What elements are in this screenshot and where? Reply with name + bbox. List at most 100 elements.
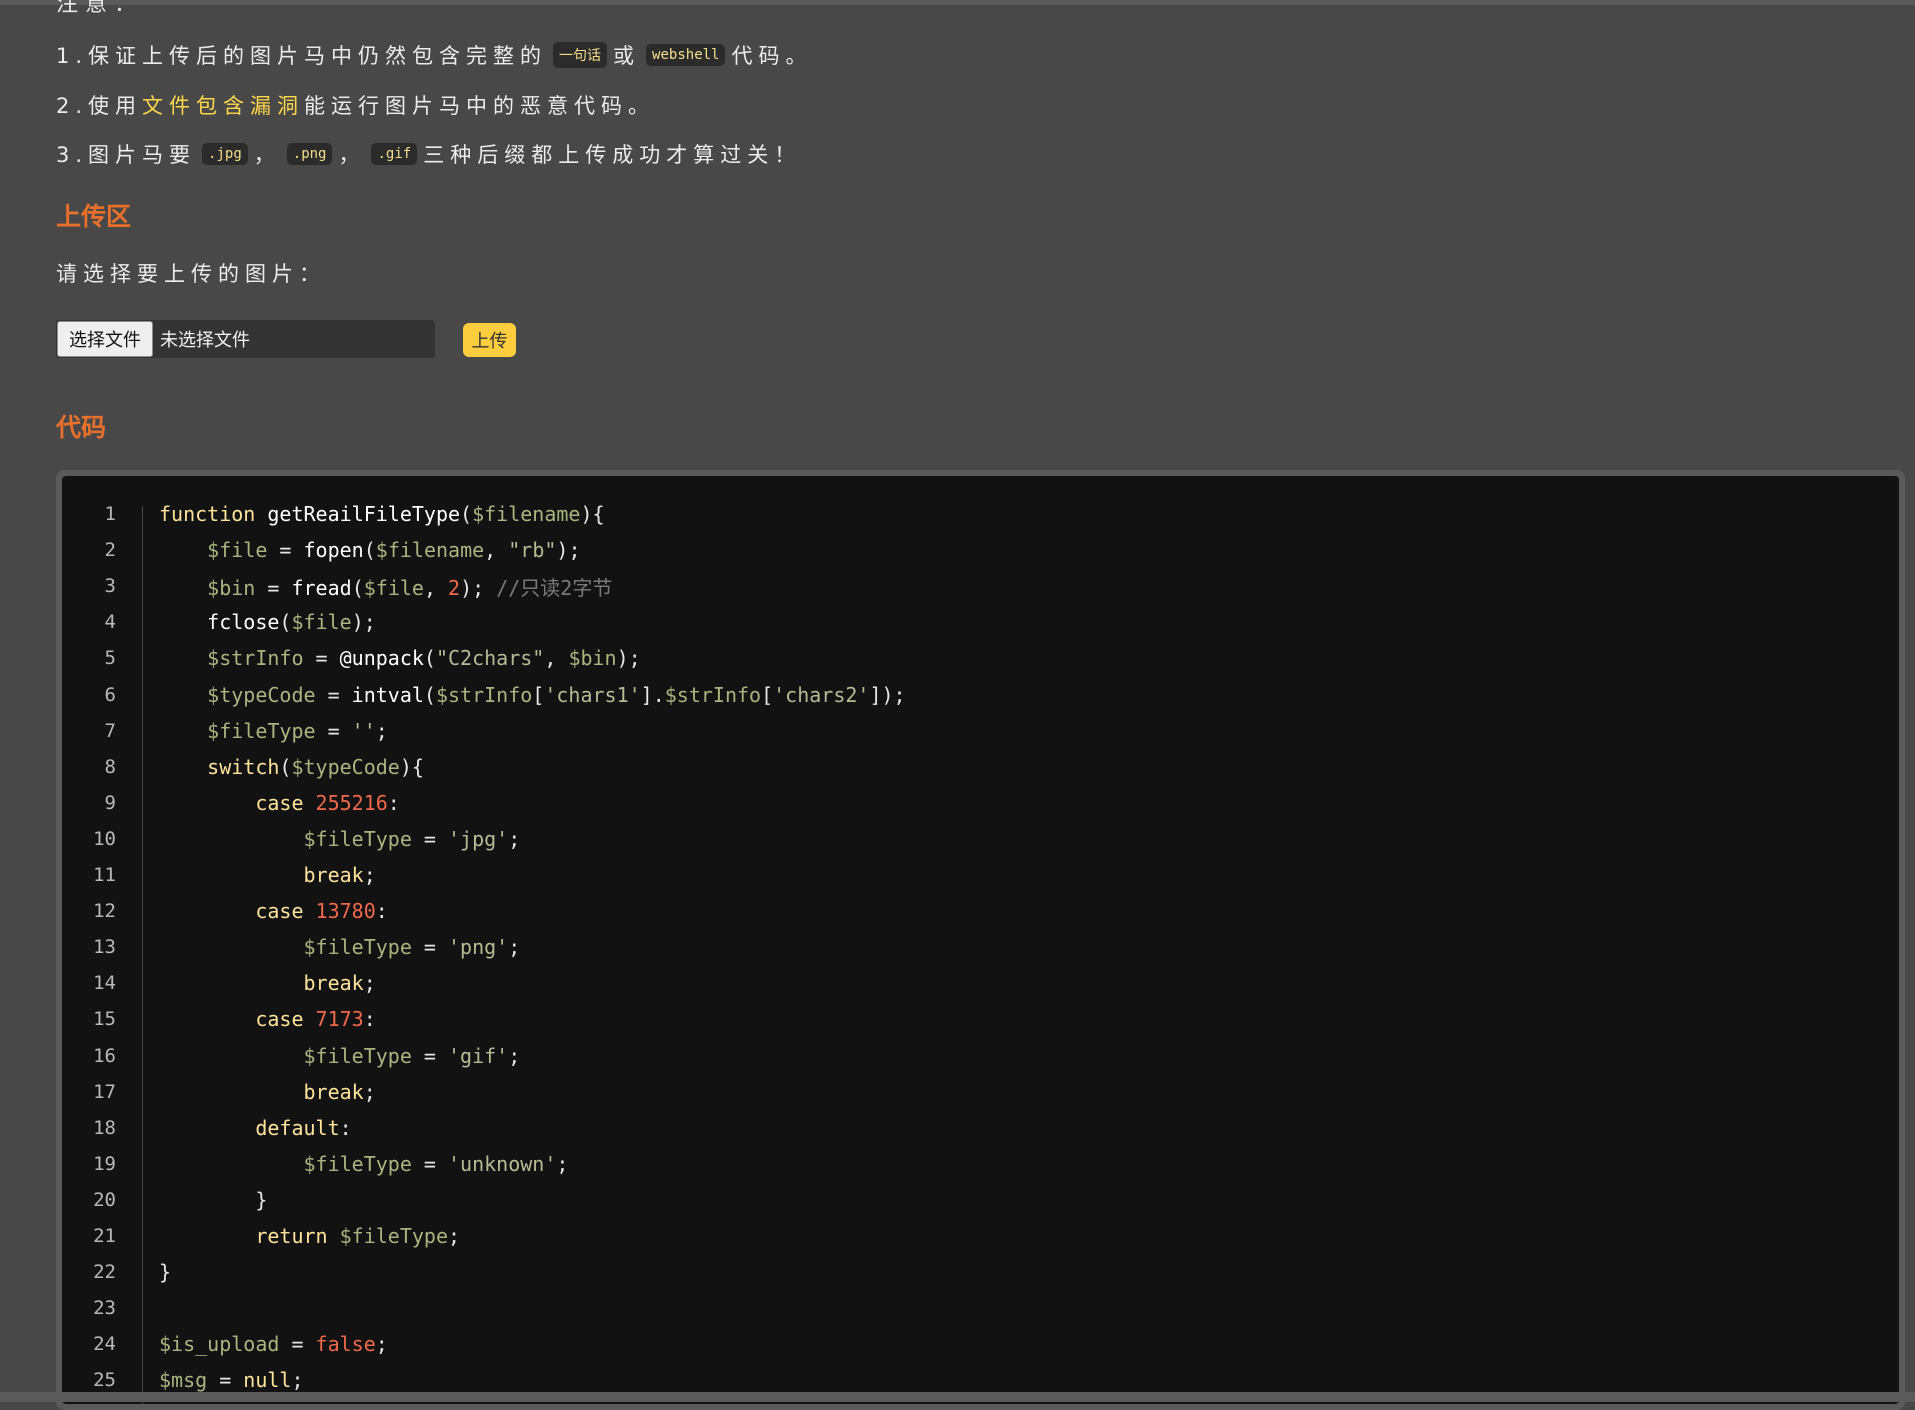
code-line: 20 } [62, 1182, 267, 1218]
gutter-divider [142, 506, 143, 1404]
code-token: ( [351, 575, 364, 600]
ext-sep: ， [338, 143, 366, 167]
task-3-prefix: 3.图片马要 [56, 143, 197, 167]
code-text: fclose($file); [159, 610, 376, 634]
code-line: 2 $file = fopen($filename, "rb"); [62, 532, 581, 568]
code-token: $fileType [339, 1224, 448, 1248]
code-token: [ [532, 682, 545, 707]
code-token: = [411, 1043, 448, 1068]
code-token: $msg [159, 1368, 208, 1393]
code-token: $filename [375, 538, 485, 563]
code-token: $fileType [303, 1151, 412, 1176]
code-line: 24 $is_upload = false; [62, 1326, 388, 1362]
code-token: $strInfo [664, 682, 762, 707]
line-number: 10 [93, 827, 116, 850]
code-token: ; [375, 718, 388, 743]
code-token: $strInfo [435, 682, 533, 707]
upload-submit-button[interactable]: 上传 [463, 323, 516, 357]
code-token: ); [556, 538, 581, 563]
code-token: = [411, 1151, 448, 1176]
code-line: 16 $fileType = 'gif'; [62, 1038, 520, 1074]
line-number: 13 [93, 936, 116, 959]
code-text: case 255216: [159, 791, 400, 815]
code-token: 7173 [315, 1007, 364, 1032]
code-token: 'jpg' [448, 826, 509, 851]
code-text: $fileType = 'gif'; [159, 1043, 521, 1068]
code-text: default: [159, 1116, 351, 1140]
line-number: 24 [93, 1333, 116, 1356]
file-input[interactable]: 选择文件 未选择文件 [56, 320, 435, 358]
code-token: break [303, 1079, 364, 1104]
code-line: 18 default: [62, 1110, 352, 1146]
task-1-suffix: 代码。 [731, 44, 813, 68]
line-number: 20 [93, 1188, 116, 1211]
code-section-title: 代码 [56, 413, 107, 442]
line-number: 6 [104, 683, 116, 706]
code-token: } [159, 1260, 172, 1285]
task-2-prefix: 2.使用 [56, 94, 143, 118]
code-line: 1 function getReailFileType($filename){ [62, 496, 605, 532]
upload-prompt: 请选择要上传的图片： [56, 262, 326, 286]
code-token: = [279, 1332, 316, 1357]
code-token: $bin [207, 575, 256, 600]
code-token: = [411, 935, 448, 960]
code-token: $bin [568, 646, 617, 671]
code-text: $fileType = 'unknown'; [159, 1151, 569, 1176]
code-text: case 13780: [159, 899, 387, 923]
line-number: 17 [93, 1080, 116, 1103]
line-number: 9 [104, 791, 116, 814]
code-text: case 7173: [159, 1007, 375, 1032]
code-text: $fileType = 'png'; [159, 935, 521, 960]
code-line: 21 return $fileType; [62, 1218, 460, 1254]
code-token: $file [363, 575, 424, 600]
code-line: 12 case 13780: [62, 893, 388, 929]
code-token: "rb" [508, 538, 557, 563]
code-token: ); [460, 575, 497, 600]
code-token: } [159, 1187, 268, 1212]
code-token: ( [279, 754, 292, 779]
code-token: = [315, 718, 352, 743]
ext-jpg: .jpg [202, 143, 248, 165]
line-number: 19 [93, 1152, 116, 1175]
code-token: $file [291, 610, 352, 635]
code-token: , [423, 575, 449, 600]
code-text: $file = fopen($filename, "rb"); [159, 538, 581, 563]
code-line: 22} [62, 1254, 171, 1290]
code-token: 'png' [448, 935, 509, 960]
choose-file-button[interactable]: 选择文件 [57, 321, 153, 357]
code-line: 14 break; [62, 965, 376, 1001]
code-token: break [303, 863, 364, 887]
code-viewer: 1 function getReailFileType($filename){2 … [62, 476, 1899, 1404]
code-line: 6 $typeCode = intval($strInfo['chars1'].… [62, 677, 906, 713]
code-text: $fileType = ''; [159, 719, 388, 743]
task-requirement-2: 2.使用 文件包含漏洞 能运行图片马中的恶意代码。 [56, 90, 655, 120]
line-number: 3 [104, 575, 116, 598]
code-token: $file [207, 538, 268, 563]
line-number: 25 [93, 1369, 116, 1392]
task-1-mid: 或 [613, 44, 641, 68]
ext-png: .png [286, 143, 333, 165]
code-token: 'unknown' [448, 1151, 557, 1176]
code-token: case [255, 1007, 316, 1032]
code-token: $fileType [303, 1043, 412, 1068]
ext-gif: .gif [371, 143, 418, 165]
line-number: 21 [93, 1225, 116, 1247]
code-line: 23 [62, 1290, 116, 1326]
code-token: fopen [303, 538, 364, 563]
code-token: = [207, 1368, 244, 1393]
line-number: 11 [93, 864, 116, 886]
code-token: case [255, 790, 316, 815]
line-number: 4 [104, 611, 116, 634]
line-number: 5 [104, 647, 116, 670]
code-token: getReailFileType [267, 502, 461, 526]
code-token: $filename [472, 502, 581, 526]
task-2-suffix: 能运行图片马中的恶意代码。 [304, 94, 656, 118]
code-token: ; [508, 1043, 521, 1068]
ext-sep: ， [253, 143, 281, 167]
